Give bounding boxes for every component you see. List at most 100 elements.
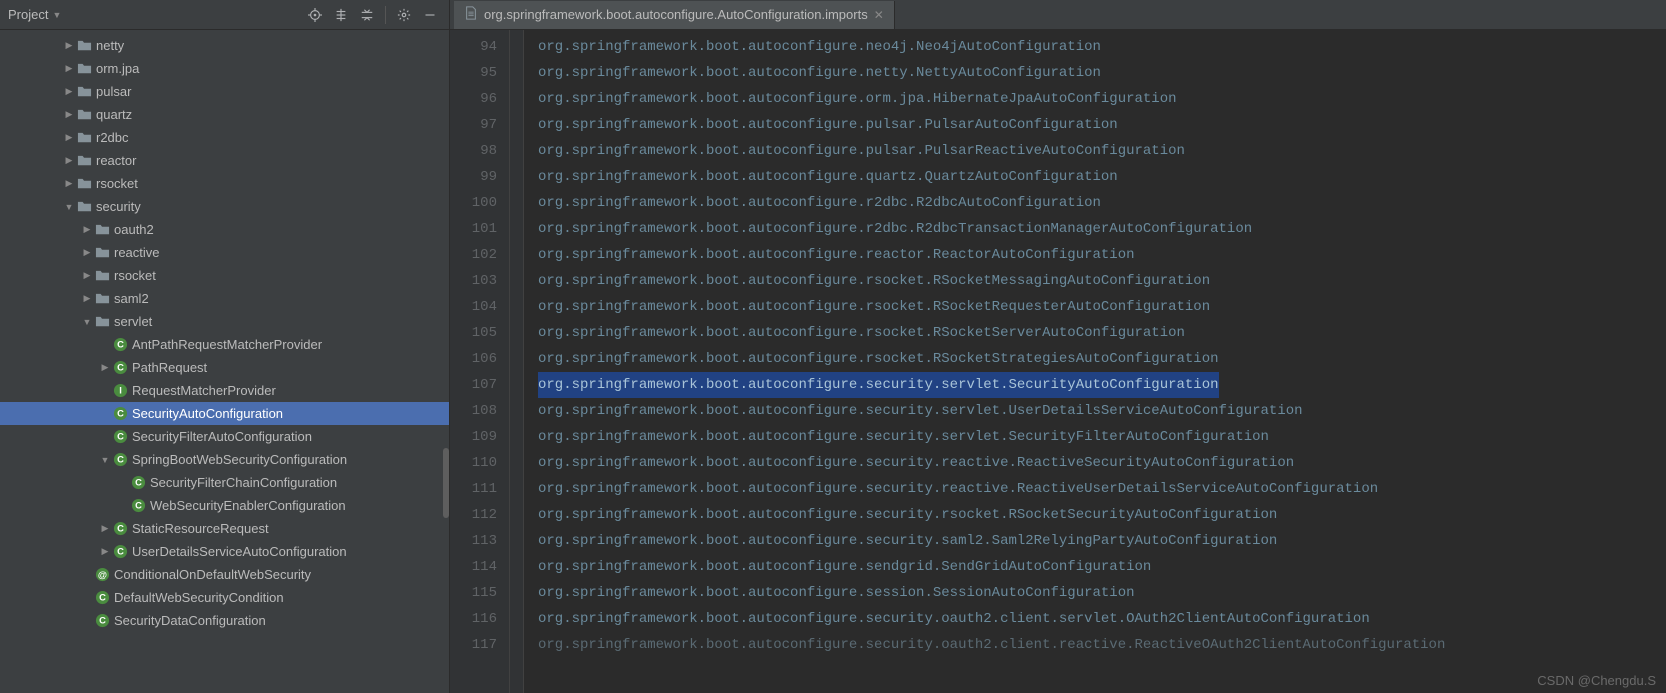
expand-arrow-icon[interactable] xyxy=(62,85,76,99)
annotation-icon: @ xyxy=(94,567,110,583)
tree-item[interactable]: reactor xyxy=(0,149,449,172)
code-line[interactable]: org.springframework.boot.autoconfigure.s… xyxy=(538,554,1666,580)
code-line[interactable]: org.springframework.boot.autoconfigure.s… xyxy=(538,424,1666,450)
expand-arrow-icon[interactable] xyxy=(98,453,112,467)
tree-item[interactable]: CSecurityFilterChainConfiguration xyxy=(0,471,449,494)
code-line[interactable]: org.springframework.boot.autoconfigure.r… xyxy=(538,268,1666,294)
code-line[interactable]: org.springframework.boot.autoconfigure.r… xyxy=(538,294,1666,320)
project-tool-title[interactable]: Project ▼ xyxy=(8,7,300,22)
code-line[interactable]: org.springframework.boot.autoconfigure.p… xyxy=(538,138,1666,164)
tree-item[interactable]: @ ConditionalOnDefaultWebSecurity xyxy=(0,563,449,586)
class-icon: C xyxy=(94,590,110,606)
expand-arrow-icon[interactable] xyxy=(98,361,112,375)
tree-item[interactable]: orm.jpa xyxy=(0,57,449,80)
class-icon: C xyxy=(130,475,146,491)
tree-item[interactable]: CStaticResourceRequest xyxy=(0,517,449,540)
tree-item[interactable]: reactive xyxy=(0,241,449,264)
svg-text:C: C xyxy=(117,339,124,349)
code-line[interactable]: org.springframework.boot.autoconfigure.r… xyxy=(538,190,1666,216)
code-line[interactable]: org.springframework.boot.autoconfigure.s… xyxy=(538,606,1666,632)
tree-item[interactable]: r2dbc xyxy=(0,126,449,149)
scrollbar-thumb[interactable] xyxy=(443,448,449,518)
code-line[interactable]: org.springframework.boot.autoconfigure.r… xyxy=(538,242,1666,268)
class-icon: C xyxy=(94,613,110,629)
code-line[interactable]: org.springframework.boot.autoconfigure.s… xyxy=(538,632,1666,658)
tree-item[interactable]: C SecurityAutoConfiguration xyxy=(0,402,449,425)
expand-arrow-icon[interactable] xyxy=(80,223,94,237)
expand-arrow-icon[interactable] xyxy=(62,62,76,76)
fold-gutter[interactable] xyxy=(510,30,524,693)
code-line[interactable]: org.springframework.boot.autoconfigure.n… xyxy=(538,34,1666,60)
line-number: 112 xyxy=(450,502,497,528)
expand-arrow-icon[interactable] xyxy=(80,246,94,260)
expand-arrow-icon[interactable] xyxy=(62,200,76,214)
svg-text:I: I xyxy=(119,385,122,395)
expand-arrow-icon[interactable] xyxy=(62,154,76,168)
editor: org.springframework.boot.autoconfigure.A… xyxy=(450,0,1666,693)
class-icon: C xyxy=(112,452,128,468)
tree-item-label: reactor xyxy=(96,153,136,168)
tree-item[interactable]: servlet xyxy=(0,310,449,333)
tree-item[interactable]: CSpringBootWebSecurityConfiguration xyxy=(0,448,449,471)
tree-item[interactable]: oauth2 xyxy=(0,218,449,241)
tree-item[interactable]: rsocket xyxy=(0,264,449,287)
expand-arrow-icon[interactable] xyxy=(62,131,76,145)
code-line[interactable]: org.springframework.boot.autoconfigure.s… xyxy=(538,398,1666,424)
expand-arrow-icon[interactable] xyxy=(80,292,94,306)
locate-icon[interactable] xyxy=(304,4,326,26)
hide-icon[interactable] xyxy=(419,4,441,26)
tree-item-label: reactive xyxy=(114,245,160,260)
tree-item-label: ConditionalOnDefaultWebSecurity xyxy=(114,567,311,582)
code-line[interactable]: org.springframework.boot.autoconfigure.q… xyxy=(538,164,1666,190)
line-number: 109 xyxy=(450,424,497,450)
project-tree[interactable]: nettyorm.jpapulsarquartzr2dbc reactor rsoc… xyxy=(0,30,449,693)
folder-icon xyxy=(94,291,110,307)
tree-item[interactable]: security xyxy=(0,195,449,218)
code-line[interactable]: org.springframework.boot.autoconfigure.r… xyxy=(538,216,1666,242)
expand-arrow-icon[interactable] xyxy=(98,545,112,559)
code-line[interactable]: org.springframework.boot.autoconfigure.r… xyxy=(538,346,1666,372)
code-line[interactable]: org.springframework.boot.autoconfigure.s… xyxy=(538,580,1666,606)
code-line[interactable]: org.springframework.boot.autoconfigure.o… xyxy=(538,86,1666,112)
expand-arrow-icon[interactable] xyxy=(62,39,76,53)
expand-arrow-icon[interactable] xyxy=(80,315,94,329)
line-number: 100 xyxy=(450,190,497,216)
tab-autoconfiguration-imports[interactable]: org.springframework.boot.autoconfigure.A… xyxy=(454,1,895,29)
tree-item[interactable]: CWebSecurityEnablerConfiguration xyxy=(0,494,449,517)
sidebar: Project ▼ nettyorm.jpapulsarquartzr2dbc r… xyxy=(0,0,450,693)
tree-item[interactable]: saml2 xyxy=(0,287,449,310)
code-line[interactable]: org.springframework.boot.autoconfigure.s… xyxy=(538,372,1219,398)
code-line[interactable]: org.springframework.boot.autoconfigure.n… xyxy=(538,60,1666,86)
tree-item[interactable]: CAntPathRequestMatcherProvider xyxy=(0,333,449,356)
line-number: 96 xyxy=(450,86,497,112)
close-icon[interactable]: ✕ xyxy=(874,8,884,22)
tree-item[interactable]: rsocket xyxy=(0,172,449,195)
code-line[interactable]: org.springframework.boot.autoconfigure.p… xyxy=(538,112,1666,138)
tree-item-label: SecurityAutoConfiguration xyxy=(132,406,283,421)
tree-item[interactable]: CSecurityDataConfiguration xyxy=(0,609,449,632)
expand-arrow-icon[interactable] xyxy=(80,269,94,283)
tree-item[interactable]: CSecurityFilterAutoConfiguration xyxy=(0,425,449,448)
code-line[interactable]: org.springframework.boot.autoconfigure.s… xyxy=(538,450,1666,476)
svg-text:C: C xyxy=(117,362,124,372)
tree-item[interactable]: CPathRequest xyxy=(0,356,449,379)
code-line[interactable]: org.springframework.boot.autoconfigure.r… xyxy=(538,320,1666,346)
expand-arrow-icon[interactable] xyxy=(98,522,112,536)
tree-item[interactable]: CUserDetailsServiceAutoConfiguration xyxy=(0,540,449,563)
expand-arrow-icon[interactable] xyxy=(62,108,76,122)
tree-item[interactable]: pulsar xyxy=(0,80,449,103)
expand-arrow-icon[interactable] xyxy=(62,177,76,191)
tree-item[interactable]: CDefaultWebSecurityCondition xyxy=(0,586,449,609)
tree-item[interactable]: IRequestMatcherProvider xyxy=(0,379,449,402)
tree-item[interactable]: netty xyxy=(0,34,449,57)
tree-item[interactable]: quartz xyxy=(0,103,449,126)
svg-text:C: C xyxy=(117,408,124,418)
code-area[interactable]: org.springframework.boot.autoconfigure.n… xyxy=(524,30,1666,693)
editor-body[interactable]: 9495969798991001011021031041051061071081… xyxy=(450,30,1666,693)
code-line[interactable]: org.springframework.boot.autoconfigure.s… xyxy=(538,528,1666,554)
gear-icon[interactable] xyxy=(393,4,415,26)
code-line[interactable]: org.springframework.boot.autoconfigure.s… xyxy=(538,502,1666,528)
code-line[interactable]: org.springframework.boot.autoconfigure.s… xyxy=(538,476,1666,502)
collapse-all-icon[interactable] xyxy=(356,4,378,26)
expand-all-icon[interactable] xyxy=(330,4,352,26)
